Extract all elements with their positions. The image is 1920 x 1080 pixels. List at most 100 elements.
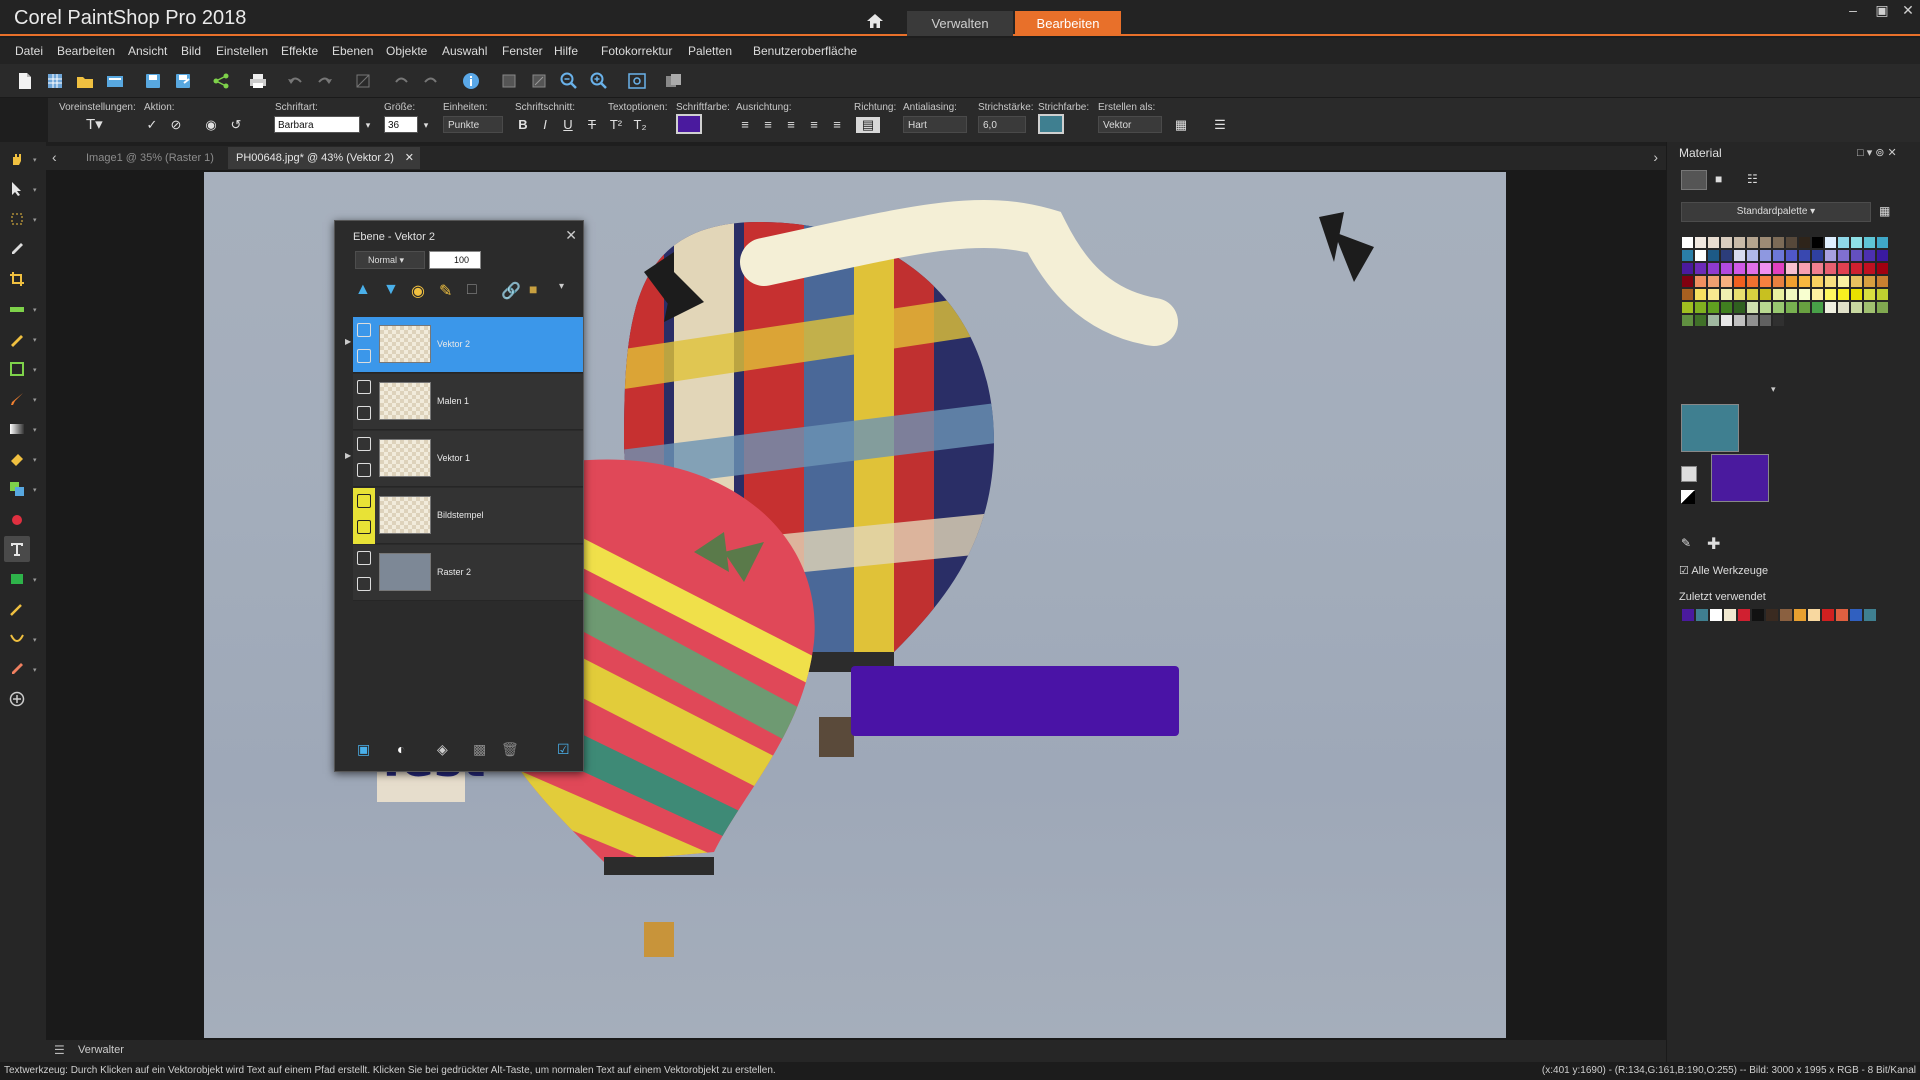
color-swatch[interactable] [1720,301,1733,314]
more-options-icon[interactable]: ☰ [1208,117,1232,133]
color-swatch[interactable] [1824,262,1837,275]
mask-icon[interactable]: ◐ [397,741,405,757]
text-options-icon[interactable]: ▦ [1173,117,1189,133]
new-mask-layer-icon[interactable]: ✎ [439,281,452,301]
color-swatch[interactable] [1850,249,1863,262]
arrange-icon[interactable] [664,70,686,92]
swatch-expand-icon[interactable]: ▾ [1771,384,1776,395]
units-dropdown[interactable]: Punkte [443,116,503,133]
share-icon[interactable] [210,70,232,92]
color-swatch[interactable] [1837,236,1850,249]
layer-row-vektor1[interactable]: ▶ Vektor 1 [345,431,583,487]
new-adjustment-layer-icon[interactable]: ◉ [411,281,425,301]
color-swatch[interactable] [1720,275,1733,288]
color-swatch[interactable] [1746,249,1759,262]
cancel-icon[interactable]: ⊘ [168,117,184,133]
tabs-scroll-left-icon[interactable]: ‹ [52,149,57,165]
color-swatch[interactable] [1733,288,1746,301]
color-swatch[interactable] [1811,249,1824,262]
home-button[interactable] [860,10,890,32]
resize-icon[interactable] [528,70,550,92]
color-swatch[interactable] [1850,301,1863,314]
organizer-icon[interactable]: ☰ [54,1043,65,1057]
color-swatch[interactable] [1720,236,1733,249]
color-swatch[interactable] [1850,275,1863,288]
color-swatch[interactable] [1876,249,1889,262]
presets-dropdown[interactable]: T▾ [86,117,103,133]
color-swatch[interactable] [1707,249,1720,262]
color-swatch[interactable] [1759,275,1772,288]
font-color-swatch[interactable] [676,114,702,134]
all-tools-checkbox[interactable]: ☑ Alle Werkzeuge [1679,564,1768,577]
color-swatch[interactable] [1850,288,1863,301]
text-reset-icon[interactable]: ↺ [228,117,244,133]
shape-tool-more[interactable]: ▾ [33,576,41,584]
pen-tool-icon[interactable] [4,596,30,622]
bezier-tool-icon[interactable] [4,626,30,652]
layer-row-vektor2[interactable]: ▶ Vektor 2 [345,317,583,373]
recent-color-swatch[interactable] [1681,608,1695,622]
size-dropdown-arrow[interactable]: ▾ [418,117,434,133]
color-swatch[interactable] [1811,262,1824,275]
fit-window-icon[interactable] [626,70,648,92]
justify-icon[interactable]: ≡ [806,117,822,133]
color-swatch[interactable] [1837,262,1850,275]
straighten-tool-more[interactable]: ▾ [33,306,41,314]
paint-brush-tool-icon[interactable] [4,386,30,412]
tabs-scroll-right-icon[interactable]: › [1653,149,1658,165]
crop-tool-icon[interactable] [4,266,30,292]
recent-color-swatch[interactable] [1709,608,1723,622]
color-swatch[interactable] [1707,236,1720,249]
color-swatch[interactable] [1733,275,1746,288]
recent-color-swatch[interactable] [1793,608,1807,622]
color-swatch[interactable] [1720,314,1733,327]
open-folder-icon[interactable] [74,70,96,92]
undo-icon[interactable] [284,70,306,92]
add-tool-icon[interactable] [4,686,30,712]
recent-color-swatch[interactable] [1863,608,1877,622]
close-tab-icon[interactable]: ✕ [405,147,414,169]
color-swatch[interactable] [1863,288,1876,301]
crop-to-selection-icon[interactable] [352,70,374,92]
palette-dropdown[interactable]: Standardpalette ▾ [1681,202,1871,222]
color-swatch[interactable] [1681,288,1694,301]
color-swatch[interactable] [1837,301,1850,314]
color-swatch[interactable] [1863,301,1876,314]
recent-color-swatch[interactable] [1835,608,1849,622]
color-swatch[interactable] [1707,262,1720,275]
color-swatch[interactable] [1824,288,1837,301]
visibility-eye-icon[interactable] [357,520,371,534]
new-file-icon[interactable] [14,70,36,92]
color-swatch[interactable] [1759,301,1772,314]
print-icon[interactable] [247,70,269,92]
pan-tool-icon[interactable] [4,146,30,172]
layer-row-bildstempel[interactable]: Bildstempel [353,488,583,544]
color-swatch[interactable] [1837,288,1850,301]
align-right-icon[interactable]: ≡ [783,117,799,133]
color-swatch[interactable] [1785,249,1798,262]
color-swatch[interactable] [1681,249,1694,262]
duplicate-layer-icon[interactable]: □ [467,281,477,299]
dropper-tool-2-more[interactable]: ▾ [33,666,41,674]
color-swatch[interactable] [1824,275,1837,288]
color-swatch[interactable] [1694,275,1707,288]
color-swatch[interactable] [1876,275,1889,288]
canvas-size-icon[interactable] [498,70,520,92]
color-swatch[interactable] [1733,236,1746,249]
foreground-color-swatch[interactable] [1681,404,1739,452]
recent-color-swatch[interactable] [1849,608,1863,622]
color-swatch[interactable] [1746,314,1759,327]
close-window-button[interactable]: ✕ [1897,2,1919,22]
eraser-tool-more[interactable]: ▾ [33,456,41,464]
panel-window-controls[interactable]: □ ▾ ⊚ ✕ [1857,146,1897,159]
clone-tool-more[interactable]: ▾ [33,486,41,494]
color-swatch[interactable] [1759,314,1772,327]
menu-bearbeiten[interactable]: Bearbeiten [57,44,115,58]
visibility-eye-icon[interactable] [357,463,371,477]
browse-icon[interactable] [104,70,126,92]
step-forward-icon[interactable] [420,70,442,92]
minimize-button[interactable]: – [1842,2,1864,22]
color-swatch[interactable] [1746,288,1759,301]
tab-edit[interactable]: Bearbeiten [1015,11,1121,36]
opacity-input[interactable]: 100 [429,251,481,269]
